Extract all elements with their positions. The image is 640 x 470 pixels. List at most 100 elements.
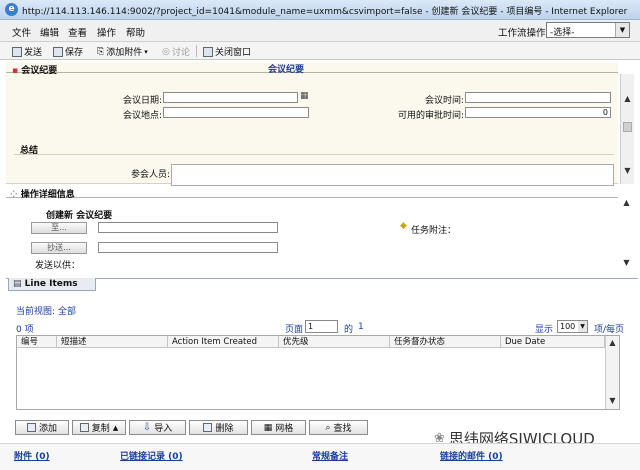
meeting-section-text: 会议纪要: [21, 66, 58, 76]
of-label: 的: [344, 325, 354, 335]
menu-help[interactable]: 帮助: [126, 25, 145, 39]
footer-link-attachments[interactable]: 附件 (0): [14, 449, 50, 462]
scroll-up-icon[interactable]: ▲: [620, 196, 633, 210]
discuss-button[interactable]: ◎ 讨论: [162, 45, 190, 59]
calendar-icon[interactable]: ▦: [300, 91, 309, 101]
details-section-label: ⁘ 操作详细信息: [10, 187, 75, 200]
chevron-down-icon: ▾: [144, 47, 148, 56]
attach-button[interactable]: ⎘ 添加附件 ▾: [97, 45, 148, 59]
grid-button[interactable]: ▦ 网格: [251, 420, 306, 435]
discuss-icon: ◎: [162, 46, 170, 57]
create-title: 创建新 会议纪要: [46, 211, 113, 221]
meeting-time-field[interactable]: [465, 92, 611, 103]
meeting-tab-title[interactable]: 会议纪要: [268, 62, 304, 75]
footer-link-general-notes[interactable]: 常规备注: [312, 449, 348, 462]
chevron-down-icon: ▼: [615, 23, 629, 37]
attendees-field[interactable]: [171, 164, 614, 186]
workflow-label: 工作流操作: [498, 28, 546, 39]
per-page-suffix: 项/每页: [594, 325, 625, 335]
per-page-value: 100: [560, 322, 576, 331]
cc-button[interactable]: 抄送...: [31, 242, 87, 254]
grid-label: 网格: [275, 424, 294, 434]
send-as-label: 发送以供：: [35, 261, 81, 271]
line-items-label-text: Line Items: [24, 279, 78, 289]
section-icon: ▪: [12, 66, 19, 76]
scroll-up-icon[interactable]: ▲: [606, 336, 619, 350]
task-note-label: 任务附注：: [411, 226, 457, 236]
discuss-label: 讨论: [171, 48, 190, 58]
menu-actions[interactable]: 操作: [97, 25, 116, 39]
scroll-down-icon[interactable]: ▼: [620, 256, 633, 270]
find-label: 查找: [333, 424, 352, 434]
copy-label: 复制: [91, 424, 110, 434]
column-header-number[interactable]: 编号: [17, 336, 57, 348]
details-scrollbar[interactable]: ▲ ▼: [620, 196, 634, 272]
save-icon: [53, 46, 63, 57]
menu-view[interactable]: 查看: [68, 25, 87, 39]
note-icon: ◆: [400, 221, 407, 231]
import-label: 导入: [154, 424, 173, 434]
meeting-date-field[interactable]: [163, 92, 298, 103]
search-icon: ⌕: [325, 422, 331, 433]
scroll-down-icon[interactable]: ▼: [621, 164, 634, 178]
close-window-icon: [203, 46, 213, 57]
column-header-task-status[interactable]: 任务督办状态: [390, 336, 501, 348]
column-header-priority[interactable]: 优先级: [279, 336, 390, 348]
add-button[interactable]: 添加: [15, 420, 69, 435]
scroll-down-icon[interactable]: ▼: [606, 394, 619, 408]
close-window-button[interactable]: 关闭窗口: [203, 45, 251, 58]
column-header-short-description[interactable]: 短描述: [57, 336, 168, 348]
attendees-label: 参会人员:: [131, 170, 171, 180]
footer-link-linked-mails[interactable]: 链接的邮件 (0): [440, 449, 503, 462]
to-button[interactable]: 至...: [31, 222, 87, 234]
toolbar: 发送 保存 ⎘ 添加附件 ▾ ◎ 讨论 关闭窗口: [0, 42, 640, 60]
delete-label: 删除: [215, 424, 234, 434]
line-items-tab-label: ▤ Line Items: [13, 279, 78, 289]
close-window-label: 关闭窗口: [215, 48, 252, 58]
line-items-divider: [6, 278, 638, 279]
import-icon: ⇩: [142, 422, 152, 433]
meeting-place-field[interactable]: [163, 107, 309, 118]
per-page-select[interactable]: 100 ▼: [557, 320, 588, 333]
column-header-action-item-created[interactable]: Action Item Created: [168, 336, 279, 348]
total-pages: 1: [358, 322, 364, 332]
item-count: 0 项: [16, 325, 34, 335]
delete-button[interactable]: 删除: [189, 420, 248, 435]
scrollbar-thumb[interactable]: [623, 122, 632, 132]
display-label: 显示: [535, 325, 554, 335]
window-title: http://114.113.146.114:9002/?project_id=…: [22, 7, 628, 17]
meeting-date-label: 会议日期:: [123, 96, 163, 106]
to-field[interactable]: [98, 222, 278, 233]
send-label: 发送: [24, 48, 43, 58]
meeting-header-row: ▪ 会议纪要 会议纪要: [6, 62, 618, 76]
scroll-up-icon[interactable]: ▲: [621, 92, 634, 106]
send-button[interactable]: 发送: [12, 45, 42, 58]
chevron-down-icon: ▼: [578, 321, 587, 332]
section-icon: ⁘: [10, 190, 18, 200]
grid-icon: ▦: [263, 422, 273, 433]
column-header-due-date[interactable]: Due Date: [501, 336, 605, 348]
menu-file[interactable]: 文件: [12, 25, 31, 39]
tab-line-items[interactable]: ▤ Line Items: [8, 278, 96, 291]
cc-field[interactable]: [98, 242, 278, 253]
details-section-text: 操作详细信息: [20, 190, 75, 200]
paperclip-icon: ⎘: [97, 46, 105, 57]
summary-divider: [14, 154, 614, 155]
page-input[interactable]: 1: [305, 320, 338, 333]
footer-link-linked-records[interactable]: 已链接记录 (0): [120, 449, 183, 462]
current-view-value[interactable]: 全部: [58, 304, 76, 317]
find-button[interactable]: ⌕ 查找: [309, 420, 368, 435]
grid-scrollbar[interactable]: ▲ ▼: [605, 336, 619, 409]
form-scrollbar[interactable]: ▲ ▼: [620, 74, 634, 184]
workflow-select[interactable]: -选择- ▼: [546, 22, 630, 38]
import-button[interactable]: ⇩ 导入: [129, 420, 186, 435]
chevron-down-icon: ▲: [112, 423, 119, 432]
page-label: 页面: [285, 325, 304, 335]
window-titlebar: e http://114.113.146.114:9002/?project_i…: [0, 0, 640, 20]
add-label: 添加: [38, 424, 57, 434]
copy-button[interactable]: 复制 ▲: [72, 420, 126, 435]
menu-edit[interactable]: 编辑: [40, 25, 59, 39]
approve-time-field[interactable]: 0: [465, 107, 611, 118]
save-button[interactable]: 保存: [53, 45, 83, 58]
menu-bar: 文件 编辑 查看 操作 帮助 工作流操作 -选择- ▼: [0, 20, 640, 42]
